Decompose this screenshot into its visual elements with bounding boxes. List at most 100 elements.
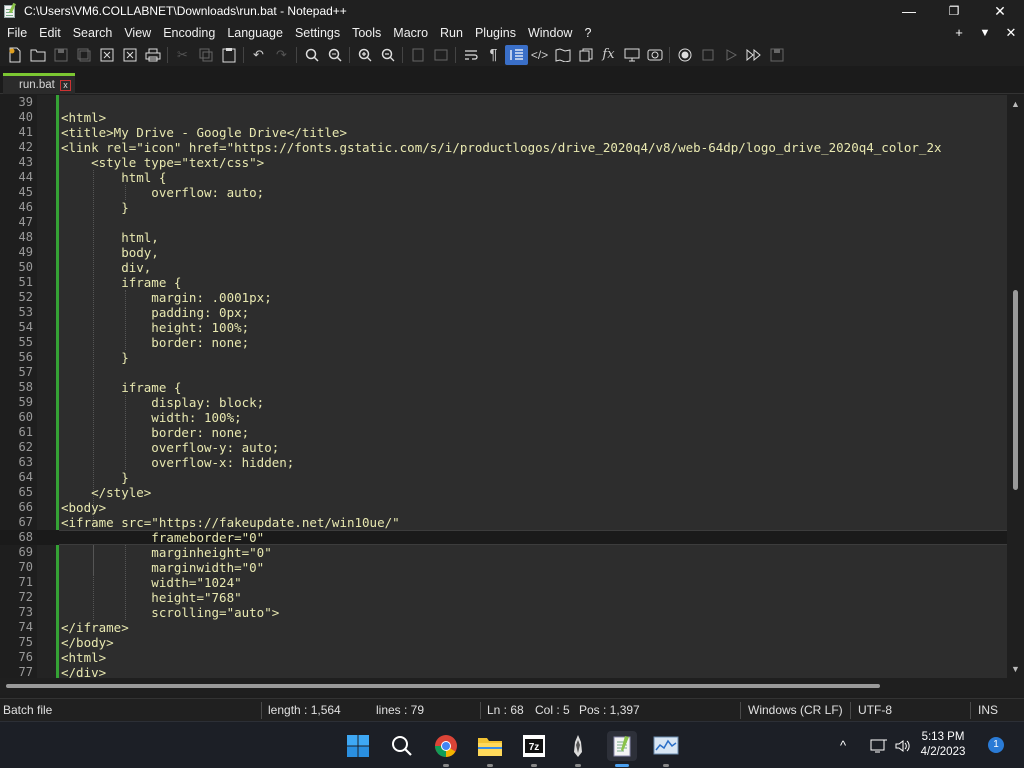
scroll-up-icon[interactable]: ▲ (1011, 99, 1020, 109)
code-line[interactable]: 58 iframe { (0, 380, 1007, 395)
code-line[interactable]: 66 <body> (0, 500, 1007, 515)
redo-icon[interactable]: ↷ (270, 45, 293, 65)
close-document-button[interactable]: ✕ (998, 25, 1024, 41)
horizontal-scroll-thumb[interactable] (6, 684, 880, 688)
code-line[interactable]: 46 } (0, 200, 1007, 215)
code-line[interactable]: 73 scrolling="auto"> (0, 605, 1007, 620)
code-line[interactable]: 67 <iframe src="https://fakeupdate.net/wi… (0, 515, 1007, 530)
code-line[interactable]: 41 <title>My Drive - Google Drive</title> (0, 125, 1007, 140)
code-line[interactable]: 61 border: none; (0, 425, 1007, 440)
file-explorer-icon[interactable] (475, 731, 505, 767)
menu-edit[interactable]: Edit (33, 26, 67, 40)
replace-icon[interactable] (323, 45, 346, 65)
folder-as-workspace-icon[interactable] (620, 45, 643, 65)
code-line[interactable]: 54 height: 100%; (0, 320, 1007, 335)
vertical-scrollbar[interactable]: ▲ ▼ (1007, 95, 1024, 678)
system-clock[interactable]: 5:13 PM 4/2/2023 (908, 730, 978, 760)
indent-guide-icon[interactable] (505, 44, 528, 65)
code-line[interactable]: 76 <html> (0, 650, 1007, 665)
cut-icon[interactable]: ✂ (171, 45, 194, 65)
search-icon[interactable] (387, 731, 417, 761)
maximize-button[interactable]: ❐ (931, 0, 977, 22)
monitoring-icon[interactable] (643, 45, 666, 65)
code-line[interactable]: 72 height="768" (0, 590, 1007, 605)
status-insert-mode[interactable]: INS (978, 699, 998, 722)
run-macro-multiple-icon[interactable] (742, 45, 765, 65)
network-icon[interactable] (870, 722, 888, 768)
print-icon[interactable] (141, 45, 164, 65)
code-line[interactable]: 47 (0, 215, 1007, 230)
code-line[interactable]: 55 border: none; (0, 335, 1007, 350)
code-line[interactable]: 77 </div> (0, 665, 1007, 678)
code-line[interactable]: 74 </iframe> (0, 620, 1007, 635)
menu-encoding[interactable]: Encoding (157, 26, 221, 40)
code-line[interactable]: 52 margin: .0001px; (0, 290, 1007, 305)
play-macro-icon[interactable] (719, 45, 742, 65)
menu-file[interactable]: File (0, 26, 33, 40)
inkscape-icon[interactable] (563, 731, 593, 767)
find-icon[interactable] (300, 45, 323, 65)
code-line[interactable]: 57 (0, 365, 1007, 380)
function-list-icon[interactable]: fx (597, 45, 620, 65)
code-line[interactable]: 71 width="1024" (0, 575, 1007, 590)
code-line[interactable]: 49 body, (0, 245, 1007, 260)
tray-chevron-icon[interactable]: ^ (840, 722, 846, 768)
menu-search[interactable]: Search (67, 26, 119, 40)
code-line[interactable]: 53 padding: 0px; (0, 305, 1007, 320)
close-icon[interactable] (95, 45, 118, 65)
menu-plugins[interactable]: Plugins (469, 26, 522, 40)
menu-view[interactable]: View (118, 26, 157, 40)
start-icon[interactable] (343, 731, 373, 761)
document-map-icon[interactable] (551, 45, 574, 65)
resource-monitor-icon[interactable] (651, 731, 681, 767)
undo-icon[interactable]: ↶ (247, 45, 270, 65)
code-line[interactable]: 43 <style type="text/css"> (0, 155, 1007, 170)
code-line[interactable]: 59 display: block; (0, 395, 1007, 410)
code-line[interactable]: 42 <link rel="icon" href="https://fonts.g… (0, 140, 1007, 155)
save-macro-icon[interactable] (765, 45, 788, 65)
code-line[interactable]: 45 overflow: auto; (0, 185, 1007, 200)
zoom-in-icon[interactable] (353, 45, 376, 65)
stop-record-icon[interactable] (696, 45, 719, 65)
code-line[interactable]: 51 iframe { (0, 275, 1007, 290)
code-line[interactable]: 68 frameborder="0" (0, 530, 1007, 545)
vertical-scroll-thumb[interactable] (1013, 290, 1018, 490)
close-button[interactable]: ✕ (977, 0, 1023, 22)
menu-help[interactable]: ? (578, 26, 597, 40)
show-all-chars-icon[interactable]: ¶ (482, 45, 505, 65)
menu-run[interactable]: Run (434, 26, 469, 40)
save-all-icon[interactable] (72, 45, 95, 65)
close-all-icon[interactable] (118, 45, 141, 65)
code-line[interactable]: 65 </style> (0, 485, 1007, 500)
notepadpp-icon[interactable] (607, 731, 637, 767)
code-line[interactable]: 50 div, (0, 260, 1007, 275)
menu-window[interactable]: Window (522, 26, 578, 40)
code-line[interactable]: 48 html, (0, 230, 1007, 245)
tab-close-icon[interactable]: x (60, 80, 71, 91)
scroll-down-icon[interactable]: ▼ (1011, 664, 1020, 674)
save-icon[interactable] (49, 45, 72, 65)
code-line[interactable]: 69 marginheight="0" (0, 545, 1007, 560)
document-list-icon[interactable] (574, 45, 597, 65)
chrome-icon[interactable] (431, 731, 461, 767)
notification-badge[interactable]: 1 (988, 737, 1004, 753)
code-line[interactable]: 63 overflow-x: hidden; (0, 455, 1007, 470)
record-macro-icon[interactable] (673, 45, 696, 65)
code-line[interactable]: 62 overflow-y: auto; (0, 440, 1007, 455)
sync-horizontal-icon[interactable] (429, 45, 452, 65)
xml-tag-icon[interactable]: </> (528, 45, 551, 65)
status-encoding[interactable]: UTF-8 (858, 699, 892, 722)
code-editor[interactable]: 39 40 <html> 41 <title>My Drive - Google Dri… (0, 95, 1007, 678)
code-line[interactable]: 40 <html> (0, 110, 1007, 125)
tab-run-bat[interactable]: run.bat x (3, 73, 75, 94)
7zip-icon[interactable]: 7z (519, 731, 549, 767)
tab-list-dropdown-icon[interactable]: ▼ (972, 27, 998, 39)
status-eol[interactable]: Windows (CR LF) (748, 699, 843, 722)
open-file-icon[interactable] (26, 45, 49, 65)
sync-vertical-icon[interactable] (406, 45, 429, 65)
code-line[interactable]: 39 (0, 95, 1007, 110)
horizontal-scrollbar[interactable] (0, 678, 1024, 695)
minimize-button[interactable]: — (886, 0, 932, 22)
menu-settings[interactable]: Settings (289, 26, 346, 40)
zoom-out-icon[interactable] (376, 45, 399, 65)
